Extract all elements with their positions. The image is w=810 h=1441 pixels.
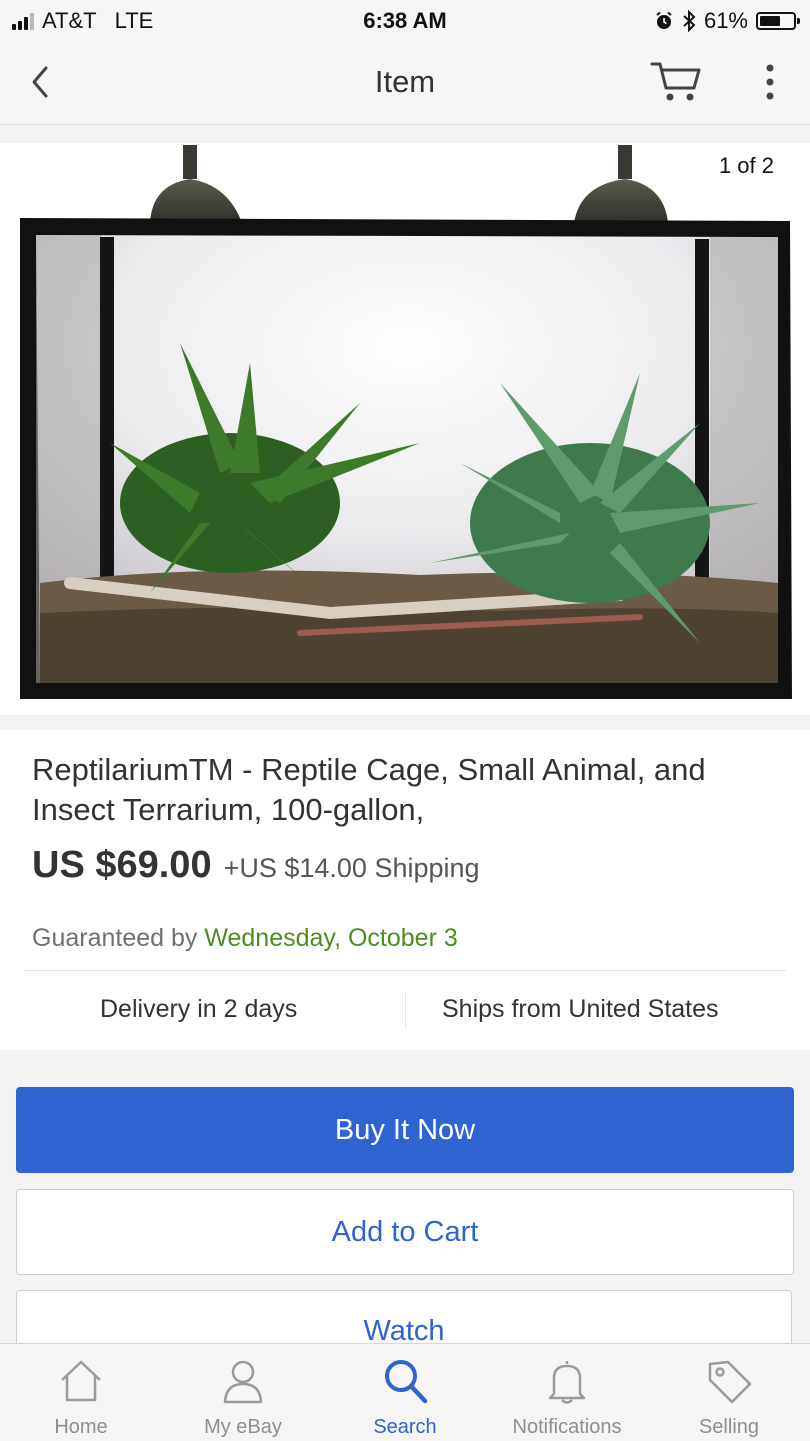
more-vertical-icon (766, 64, 774, 100)
tab-my-ebay[interactable]: My eBay (162, 1344, 324, 1441)
delivery-info-row: Delivery in 2 days Ships from United Sta… (0, 971, 810, 1051)
tab-selling[interactable]: Selling (648, 1344, 810, 1441)
tag-icon (708, 1360, 752, 1404)
terrarium-image (20, 145, 792, 699)
cart-icon (650, 62, 701, 101)
battery-icon (756, 12, 800, 30)
tab-label: Notifications (512, 1416, 622, 1438)
tab-label: Selling (698, 1416, 760, 1438)
item-title: ReptilariumTM - Reptile Cage, Small Anim… (32, 752, 706, 827)
tab-label: Home (54, 1416, 108, 1438)
ships-from: Ships from United States (442, 995, 719, 1023)
cart-button[interactable] (648, 56, 704, 108)
bell-icon (548, 1361, 586, 1404)
add-to-cart-button[interactable]: Add to Cart (16, 1189, 794, 1275)
guarantee-label: Guaranteed by (32, 924, 198, 952)
nav-bar: Item (0, 42, 810, 125)
guarantee-line: Guaranteed by Wednesday, October 3 (32, 924, 458, 953)
tab-label: Search (373, 1416, 437, 1438)
battery-percent: 61% (703, 8, 748, 33)
divider (405, 993, 406, 1029)
more-options-button[interactable] (756, 62, 784, 102)
delivery-estimate: Delivery in 2 days (100, 995, 298, 1023)
item-photo[interactable]: 1 of 2 (0, 143, 810, 715)
item-price: US $69.00 (32, 844, 212, 886)
shipping-cost: +US $14.00 Shipping (223, 853, 480, 883)
tab-bar: Home My eBay Search Notifications Sellin… (0, 1343, 810, 1441)
tab-notifications[interactable]: Notifications (486, 1344, 648, 1441)
status-bar: AT&T LTE 6:38 AM 61% (0, 0, 810, 42)
user-icon (223, 1360, 263, 1404)
home-icon (61, 1360, 101, 1402)
photo-counter: 1 of 2 (696, 149, 796, 183)
tab-label: My eBay (204, 1416, 282, 1438)
guarantee-date: Wednesday, October 3 (204, 924, 458, 952)
item-details: ReptilariumTM - Reptile Cage, Small Anim… (0, 730, 810, 1050)
search-icon (385, 1360, 428, 1404)
buy-it-now-button[interactable]: Buy It Now (16, 1087, 794, 1173)
tab-search[interactable]: Search (324, 1344, 486, 1441)
bluetooth-icon (683, 10, 696, 32)
tab-home[interactable]: Home (0, 1344, 162, 1441)
price-row: US $69.00 +US $14.00 Shipping (32, 844, 480, 887)
alarm-icon (656, 11, 672, 29)
status-right: 61% (654, 8, 800, 34)
